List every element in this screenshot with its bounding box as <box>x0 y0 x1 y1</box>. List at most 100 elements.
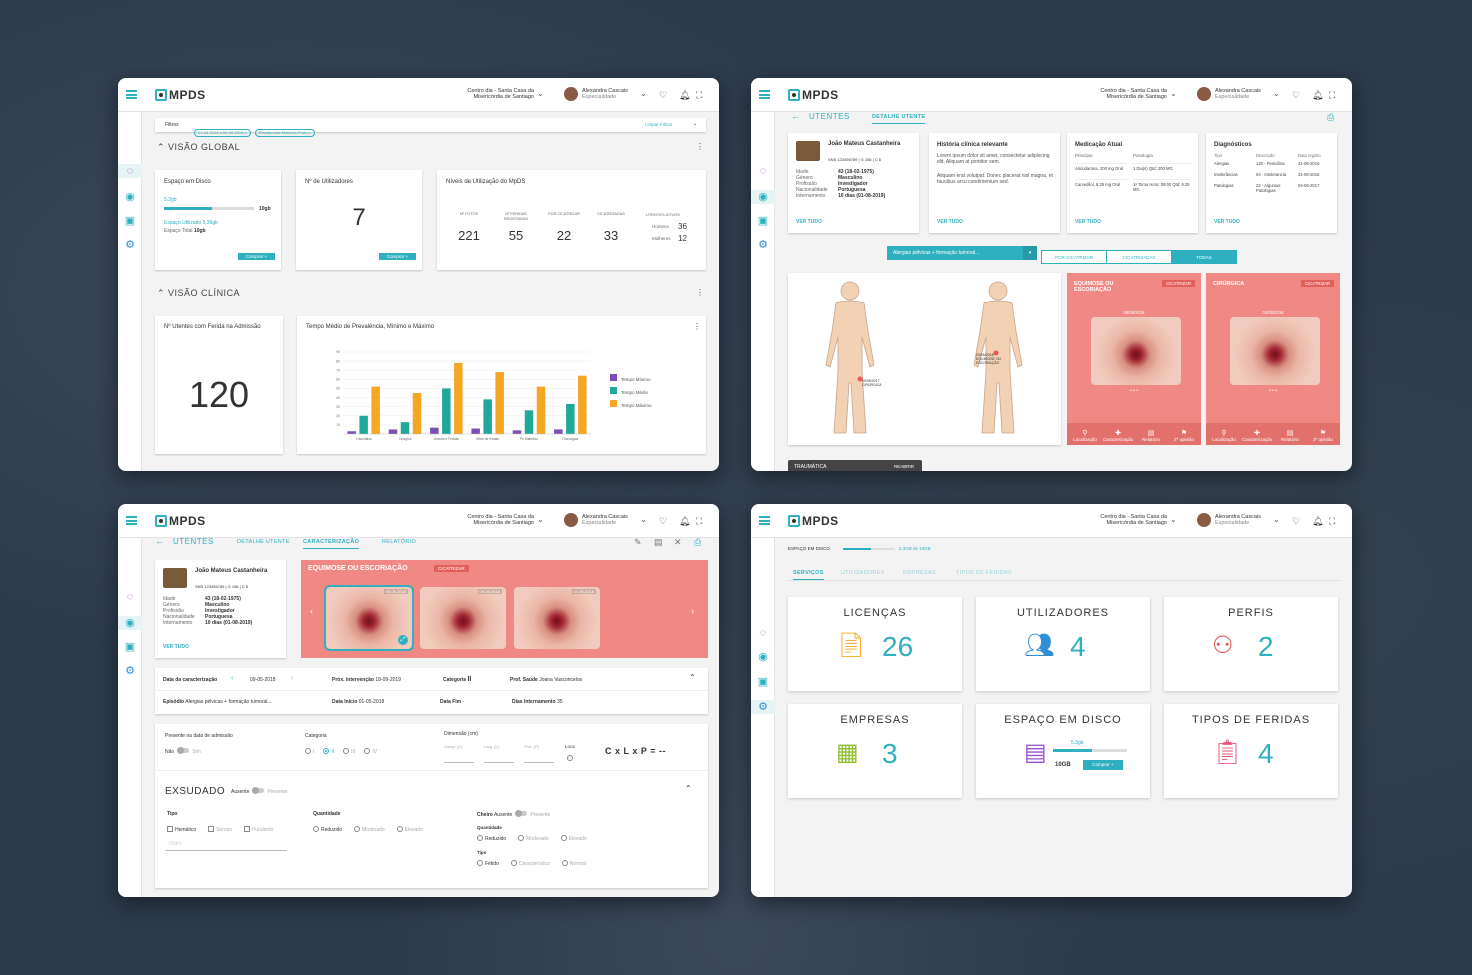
tab-utilizadores[interactable]: UTILIZADORES <box>841 570 885 576</box>
chevron-down-icon[interactable]: ⌄ <box>1170 515 1177 524</box>
user-menu[interactable]: Alexandra Cascais Especialidade <box>582 88 628 100</box>
dimension-input[interactable] <box>444 762 474 763</box>
wound-thumbnail[interactable]: 09-05-2018 <box>420 587 506 649</box>
avatar[interactable] <box>1197 87 1211 101</box>
clear-filters-link[interactable]: Limpar Filtros <box>645 122 672 127</box>
exsudado-toggle[interactable] <box>252 787 265 794</box>
chevron-down-icon[interactable]: ⌄ <box>537 89 544 98</box>
bell-icon[interactable]: 🔔︎ <box>1312 90 1323 101</box>
chevron-down-icon[interactable]: ⌄ <box>537 515 544 524</box>
tab-report[interactable]: RELATÓRIO <box>382 539 416 545</box>
chevron-down-icon[interactable]: ⌄ <box>1273 89 1280 98</box>
tile-perfis[interactable]: PERFIS ⚇ 2 <box>1164 597 1338 691</box>
bell-icon[interactable]: 🔔︎ <box>679 90 690 101</box>
footer-action-relatório[interactable]: ▤ Relatório <box>1136 429 1166 442</box>
filter-tag-date[interactable]: 01-08-2019 a 09-08-2019 × <box>194 129 251 137</box>
chevron-down-icon[interactable]: ⌄ <box>693 121 697 127</box>
episode-select[interactable]: Alergias pélvicas + formação tumoral... ▾ <box>887 246 1037 260</box>
buy-disk-button[interactable]: Comprar + <box>238 253 275 260</box>
bell-icon[interactable]: 🔔︎ <box>679 516 690 527</box>
footer-action-localização[interactable]: ⚲ Localização <box>1070 429 1100 442</box>
footer-action-2-opinião[interactable]: ⚑ 2ª opinião <box>1169 429 1199 442</box>
tile-espaço-em-disco[interactable]: ESPAÇO EM DISCO ▤ 5.3gb 10GB Comprar + <box>976 704 1150 798</box>
logo[interactable]: MPDS <box>155 88 206 102</box>
diagnoses-see-all-link[interactable]: VER TUDO <box>1214 219 1240 225</box>
tile-tipos-de-feridas[interactable]: TIPOS DE FERIDAS 📋︎ 4 <box>1164 704 1338 798</box>
wound-tag-traumatic[interactable]: TRAUMÁTICA REABRIR <box>788 460 922 471</box>
medication-see-all-link[interactable]: VER TUDO <box>1075 219 1101 225</box>
option[interactable]: Reduzido <box>313 826 342 833</box>
patient-see-all-link[interactable]: VER TUDO <box>163 644 189 650</box>
buy-disk-button[interactable]: Comprar + <box>1083 760 1123 770</box>
option[interactable]: Normal <box>561 860 586 867</box>
print-icon[interactable]: ⎙ <box>694 537 701 548</box>
menu-icon[interactable] <box>759 516 770 525</box>
sidebar-dashboard-icon[interactable]: ◌ <box>123 590 137 604</box>
logo[interactable]: MPDS <box>788 88 839 102</box>
kebab-menu-icon[interactable]: ⋮ <box>696 142 704 151</box>
kebab-menu-icon[interactable]: ⋮ <box>693 322 701 331</box>
tab-tipos-de-feridas[interactable]: TIPOS DE FERIDAS <box>956 570 1012 576</box>
category-option[interactable]: II <box>323 748 334 755</box>
back-arrow-icon[interactable]: ← <box>155 536 164 546</box>
option[interactable]: Moderado <box>518 835 549 842</box>
option[interactable]: Fétido <box>477 860 499 867</box>
sidebar-settings-icon[interactable]: ⚙ <box>123 238 137 252</box>
wound-thumbnail[interactable]: 01-05-2018 <box>514 587 600 649</box>
tab-characterization[interactable]: CARACTERIZAÇÃO <box>303 539 360 549</box>
option[interactable]: Hemático <box>167 826 196 833</box>
history-see-all-link[interactable]: VER TUDO <box>937 219 963 225</box>
sidebar-dashboard-icon[interactable]: ◌ <box>756 164 770 178</box>
wound-card[interactable]: EQUIMOSE OU ESCORIAÇÃO CICATRIZAR 09/05/20… <box>1067 273 1201 445</box>
category-option[interactable]: IV <box>364 748 377 755</box>
filter-cicatrizadas[interactable]: CICATRIZADAS <box>1106 250 1172 264</box>
user-menu[interactable]: Alexandra Cascais Especialidade <box>582 514 628 526</box>
sidebar-users-icon[interactable]: ▣ <box>123 640 137 654</box>
tab-patient-detail[interactable]: DETALHE UTENTE <box>872 114 926 124</box>
dimension-input[interactable] <box>484 762 514 763</box>
sidebar-settings-icon[interactable]: ⚙ <box>751 700 775 714</box>
chevron-right-icon[interactable]: › <box>691 606 694 616</box>
logo[interactable]: MPDS <box>788 514 839 528</box>
menu-icon[interactable] <box>126 90 137 99</box>
edit-icon[interactable]: ✎ <box>634 537 642 548</box>
footer-action-caracterização[interactable]: ✚ Caracterização <box>1103 429 1133 442</box>
heart-icon[interactable]: ♡ <box>1292 90 1300 101</box>
dimension-input[interactable] <box>524 762 554 763</box>
sidebar-users-icon[interactable]: ▣ <box>123 214 137 228</box>
sidebar-dashboard-icon[interactable]: ◌ <box>118 164 142 178</box>
avatar[interactable] <box>564 513 578 527</box>
filter-todas[interactable]: TODAS <box>1171 250 1237 264</box>
sidebar-camera-icon[interactable]: ◉ <box>756 650 770 664</box>
sidebar-camera-icon[interactable]: ◉ <box>123 190 137 204</box>
chevron-right-icon[interactable]: › <box>291 675 293 682</box>
section-global-title[interactable]: ⌃ VISÃO GLOBAL <box>157 142 240 153</box>
option[interactable]: Seroso <box>208 826 232 833</box>
heart-icon[interactable]: ♡ <box>659 90 667 101</box>
present-toggle[interactable] <box>177 747 190 754</box>
heart-icon[interactable]: ♡ <box>659 516 667 527</box>
footer-action-2-opinião[interactable]: ⚑ 2ª opinião <box>1308 429 1338 442</box>
chevron-down-icon[interactable]: ⌄ <box>640 89 647 98</box>
logo[interactable]: MPDS <box>155 514 206 528</box>
option[interactable]: Moderado <box>354 826 385 833</box>
avatar[interactable] <box>1197 513 1211 527</box>
org-selector[interactable]: Centro dia - Santa Casa da Misericórdia d… <box>1089 514 1167 526</box>
print-icon[interactable]: ⎙ <box>1327 112 1334 123</box>
wound-thumbnail[interactable]: 09-05-2018 ⤢ <box>324 585 414 651</box>
category-option[interactable]: III <box>343 748 355 755</box>
chevron-up-icon[interactable]: ⌃ <box>689 674 696 682</box>
chevron-up-icon[interactable]: ⌃ <box>685 785 692 793</box>
org-selector[interactable]: Centro dia - Santa Casa da Misericórdia d… <box>456 88 534 100</box>
sidebar-camera-icon[interactable]: ◉ <box>118 616 142 630</box>
option[interactable]: Característico <box>510 860 550 867</box>
footer-action-relatório[interactable]: ▤ Relatório <box>1275 429 1305 442</box>
sidebar-settings-icon[interactable]: ⚙ <box>756 238 770 252</box>
close-icon[interactable]: ✕ <box>674 537 682 548</box>
save-icon[interactable]: ▤ <box>654 537 663 548</box>
tile-empresas[interactable]: EMPRESAS ▦ 3 <box>788 704 962 798</box>
chevron-left-icon[interactable]: ‹ <box>231 675 233 682</box>
chevron-down-icon[interactable]: ⌄ <box>1170 89 1177 98</box>
org-selector[interactable]: Centro dia - Santa Casa da Misericórdia d… <box>456 514 534 526</box>
section-clinical-title[interactable]: ⌃ VISÃO CLÍNICA <box>157 288 240 299</box>
